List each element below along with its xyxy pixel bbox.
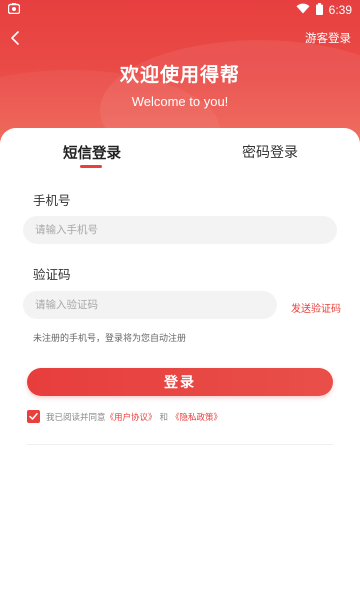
send-code-button[interactable]: 发送验证码: [291, 300, 341, 315]
app-notification-icon: [7, 3, 21, 17]
agreement-and: 和: [159, 412, 169, 423]
agreement-checkbox[interactable]: [27, 410, 40, 423]
check-icon: [29, 413, 38, 420]
divider: [27, 444, 333, 445]
status-bar: 6:39: [0, 0, 360, 20]
wifi-icon: [296, 3, 310, 17]
auto-register-hint: 未注册的手机号，登录将为您自动注册: [33, 334, 187, 344]
code-label: 验证码: [33, 267, 71, 282]
guest-login-button[interactable]: 游客登录: [305, 30, 351, 46]
back-icon[interactable]: [6, 28, 26, 48]
agreement-prefix: 我已阅读并同意: [46, 412, 106, 423]
battery-icon: [315, 2, 323, 18]
status-time: 6:39: [328, 3, 352, 17]
login-button[interactable]: 登录: [27, 368, 333, 396]
login-card: 短信登录 密码登录 手机号 验证码 发送验证码 未注册的手机号，登录将为您自动注…: [0, 128, 360, 600]
welcome-subtitle: Welcome to you!: [131, 94, 229, 109]
tab-password-login[interactable]: 密码登录: [230, 142, 310, 162]
code-input[interactable]: [23, 291, 277, 319]
active-tab-indicator: [80, 165, 102, 168]
phone-label: 手机号: [33, 193, 71, 208]
user-agreement-link[interactable]: 《用户协议》: [106, 411, 157, 423]
nav-bar: 游客登录: [0, 24, 360, 52]
phone-input[interactable]: [23, 216, 337, 244]
welcome-title: 欢迎使用得帮: [119, 64, 240, 86]
tab-sms-login[interactable]: 短信登录: [52, 142, 132, 163]
agreement-row: 我已阅读并同意 《用户协议》 和 《隐私政策》: [27, 410, 222, 423]
privacy-policy-link[interactable]: 《隐私政策》: [171, 411, 222, 423]
login-tabs: 短信登录 密码登录: [0, 128, 360, 170]
